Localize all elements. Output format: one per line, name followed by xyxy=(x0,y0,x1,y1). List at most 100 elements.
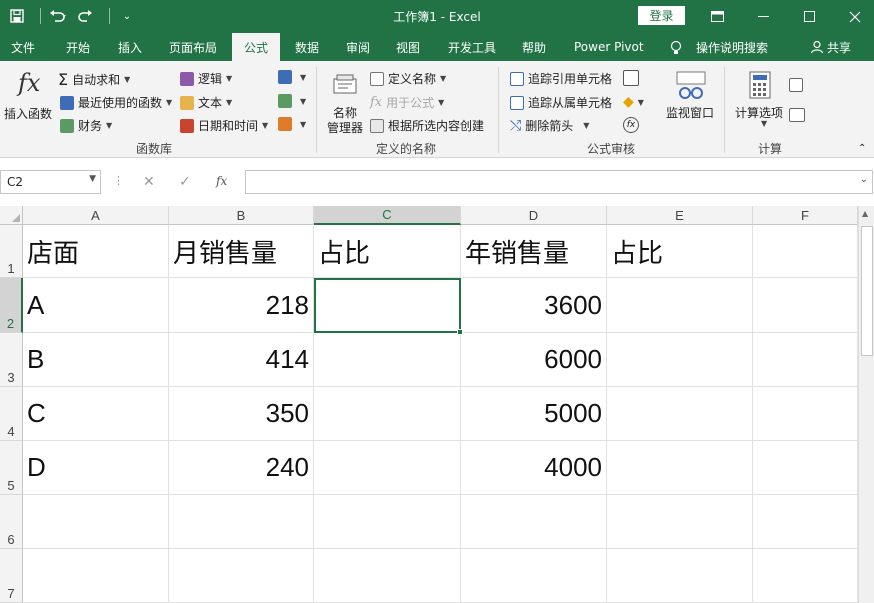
cell-f3[interactable] xyxy=(753,333,858,387)
tab-review[interactable]: 审阅 xyxy=(346,33,370,61)
cell-e6[interactable] xyxy=(607,495,753,549)
glasses-icon[interactable] xyxy=(675,71,707,101)
vertical-scrollbar[interactable]: ▲ xyxy=(858,206,874,603)
tab-file[interactable]: 文件 xyxy=(11,33,35,61)
row-header-7[interactable]: 7 xyxy=(0,549,23,603)
trace-precedents-button[interactable]: 追踪引用单元格 xyxy=(510,70,612,87)
column-header-b[interactable]: B xyxy=(169,206,314,225)
tab-insert[interactable]: 插入 xyxy=(118,33,142,61)
cell-b1[interactable]: 月销售量 xyxy=(169,225,314,278)
tab-view[interactable]: 视图 xyxy=(396,33,420,61)
cell-a5[interactable]: D xyxy=(23,441,169,495)
cell-e3[interactable] xyxy=(607,333,753,387)
lookup-button[interactable]: ▼ xyxy=(278,70,306,84)
logical-button[interactable]: 逻辑 ▼ xyxy=(180,70,232,87)
cell-b2[interactable]: 218 xyxy=(169,278,314,333)
trace-dependents-button[interactable]: 追踪从属单元格 xyxy=(510,94,612,111)
cell-e4[interactable] xyxy=(607,387,753,441)
cell-b3[interactable]: 414 xyxy=(169,333,314,387)
cell-f1[interactable] xyxy=(753,225,858,278)
cell-d6[interactable] xyxy=(461,495,607,549)
cell-c4[interactable] xyxy=(314,387,461,441)
cancel-icon[interactable]: ✕ xyxy=(143,174,155,190)
select-all-corner[interactable] xyxy=(0,206,23,225)
chevron-down-icon[interactable]: ▼ xyxy=(757,119,767,128)
cell-f7[interactable] xyxy=(753,549,858,603)
cell-e7[interactable] xyxy=(607,549,753,603)
cell-d7[interactable] xyxy=(461,549,607,603)
minimize-icon[interactable] xyxy=(740,0,786,33)
scroll-up-icon[interactable]: ▲ xyxy=(862,209,868,218)
cell-a1[interactable]: 店面 xyxy=(23,225,169,278)
autosum-button[interactable]: Σ 自动求和 ▼ xyxy=(58,70,130,89)
insert-function-icon[interactable]: fx xyxy=(18,69,40,97)
cell-c6[interactable] xyxy=(314,495,461,549)
column-header-e[interactable]: E xyxy=(607,206,753,225)
tab-home[interactable]: 开始 xyxy=(66,33,90,61)
cell-a2[interactable]: A xyxy=(23,278,169,333)
cell-e1[interactable]: 占比 xyxy=(607,225,753,278)
tab-formulas[interactable]: 公式 xyxy=(232,33,280,61)
cell-c5[interactable] xyxy=(314,441,461,495)
define-name-button[interactable]: 定义名称 ▼ xyxy=(370,70,446,87)
cell-a6[interactable] xyxy=(23,495,169,549)
cell-b5[interactable]: 240 xyxy=(169,441,314,495)
evaluate-formula-icon[interactable]: fx xyxy=(623,117,639,133)
cell-d2[interactable]: 3600 xyxy=(461,278,607,333)
financial-button[interactable]: 财务 ▼ xyxy=(60,117,112,134)
cell-f2[interactable] xyxy=(753,278,858,333)
tab-help[interactable]: 帮助 xyxy=(522,33,546,61)
cell-c2[interactable] xyxy=(314,278,461,333)
tab-page-layout[interactable]: 页面布局 xyxy=(169,33,217,61)
column-header-c[interactable]: C xyxy=(314,206,461,225)
column-header-d[interactable]: D xyxy=(461,206,607,225)
cell-d4[interactable]: 5000 xyxy=(461,387,607,441)
insert-function-fx-icon[interactable]: fx xyxy=(216,174,227,188)
row-header-3[interactable]: 3 xyxy=(0,333,23,387)
scrollbar-thumb[interactable] xyxy=(861,226,873,356)
tab-power-pivot[interactable]: Power Pivot xyxy=(574,33,644,61)
cell-c7[interactable] xyxy=(314,549,461,603)
cell-f5[interactable] xyxy=(753,441,858,495)
row-header-4[interactable]: 4 xyxy=(0,387,23,441)
cell-e2[interactable] xyxy=(607,278,753,333)
recent-functions-button[interactable]: 最近使用的函数 ▼ xyxy=(60,94,172,111)
name-manager-icon[interactable] xyxy=(332,71,358,97)
cell-a7[interactable] xyxy=(23,549,169,603)
more-options-icon[interactable]: ⋮ xyxy=(113,174,124,187)
tab-data[interactable]: 数据 xyxy=(295,33,319,61)
cell-f6[interactable] xyxy=(753,495,858,549)
ribbon-display-options-icon[interactable] xyxy=(694,0,740,33)
error-checking-icon[interactable]: ◆ ▼ xyxy=(623,94,644,110)
name-box[interactable]: C2 ▼ xyxy=(0,170,101,194)
row-header-2[interactable]: 2 xyxy=(0,278,23,333)
row-header-6[interactable]: 6 xyxy=(0,495,23,549)
create-from-selection-button[interactable]: 根据所选内容创建 xyxy=(370,117,484,134)
datetime-button[interactable]: 日期和时间 ▼ xyxy=(180,117,268,134)
name-manager-label-2[interactable]: 管理器 xyxy=(327,119,363,136)
tab-developer[interactable]: 开发工具 xyxy=(448,33,496,61)
cell-c1[interactable]: 占比 xyxy=(314,225,461,278)
collapse-ribbon-icon[interactable]: ⌃ xyxy=(858,143,866,154)
watch-window-button[interactable]: 监视窗口 xyxy=(666,104,714,121)
text-button[interactable]: 文本 ▼ xyxy=(180,94,232,111)
cell-f4[interactable] xyxy=(753,387,858,441)
cell-c3[interactable] xyxy=(314,333,461,387)
login-button[interactable]: 登录 xyxy=(638,6,685,25)
math-button[interactable]: ▼ xyxy=(278,94,306,108)
cell-d5[interactable]: 4000 xyxy=(461,441,607,495)
remove-arrows-button[interactable]: ⤭ 删除箭头 ▼ xyxy=(510,117,589,134)
cell-b6[interactable] xyxy=(169,495,314,549)
formula-input[interactable]: ⌄ xyxy=(245,170,873,194)
cell-d1[interactable]: 年销售量 xyxy=(461,225,607,278)
row-header-1[interactable]: 1 xyxy=(0,225,23,278)
column-header-f[interactable]: F xyxy=(753,206,858,225)
calculator-icon[interactable] xyxy=(749,71,771,99)
maximize-icon[interactable] xyxy=(786,0,832,33)
chevron-down-icon[interactable]: ▼ xyxy=(89,174,96,184)
enter-icon[interactable]: ✓ xyxy=(179,174,191,190)
cell-a3[interactable]: B xyxy=(23,333,169,387)
cell-a4[interactable]: C xyxy=(23,387,169,441)
close-icon[interactable] xyxy=(832,0,874,33)
cell-e5[interactable] xyxy=(607,441,753,495)
